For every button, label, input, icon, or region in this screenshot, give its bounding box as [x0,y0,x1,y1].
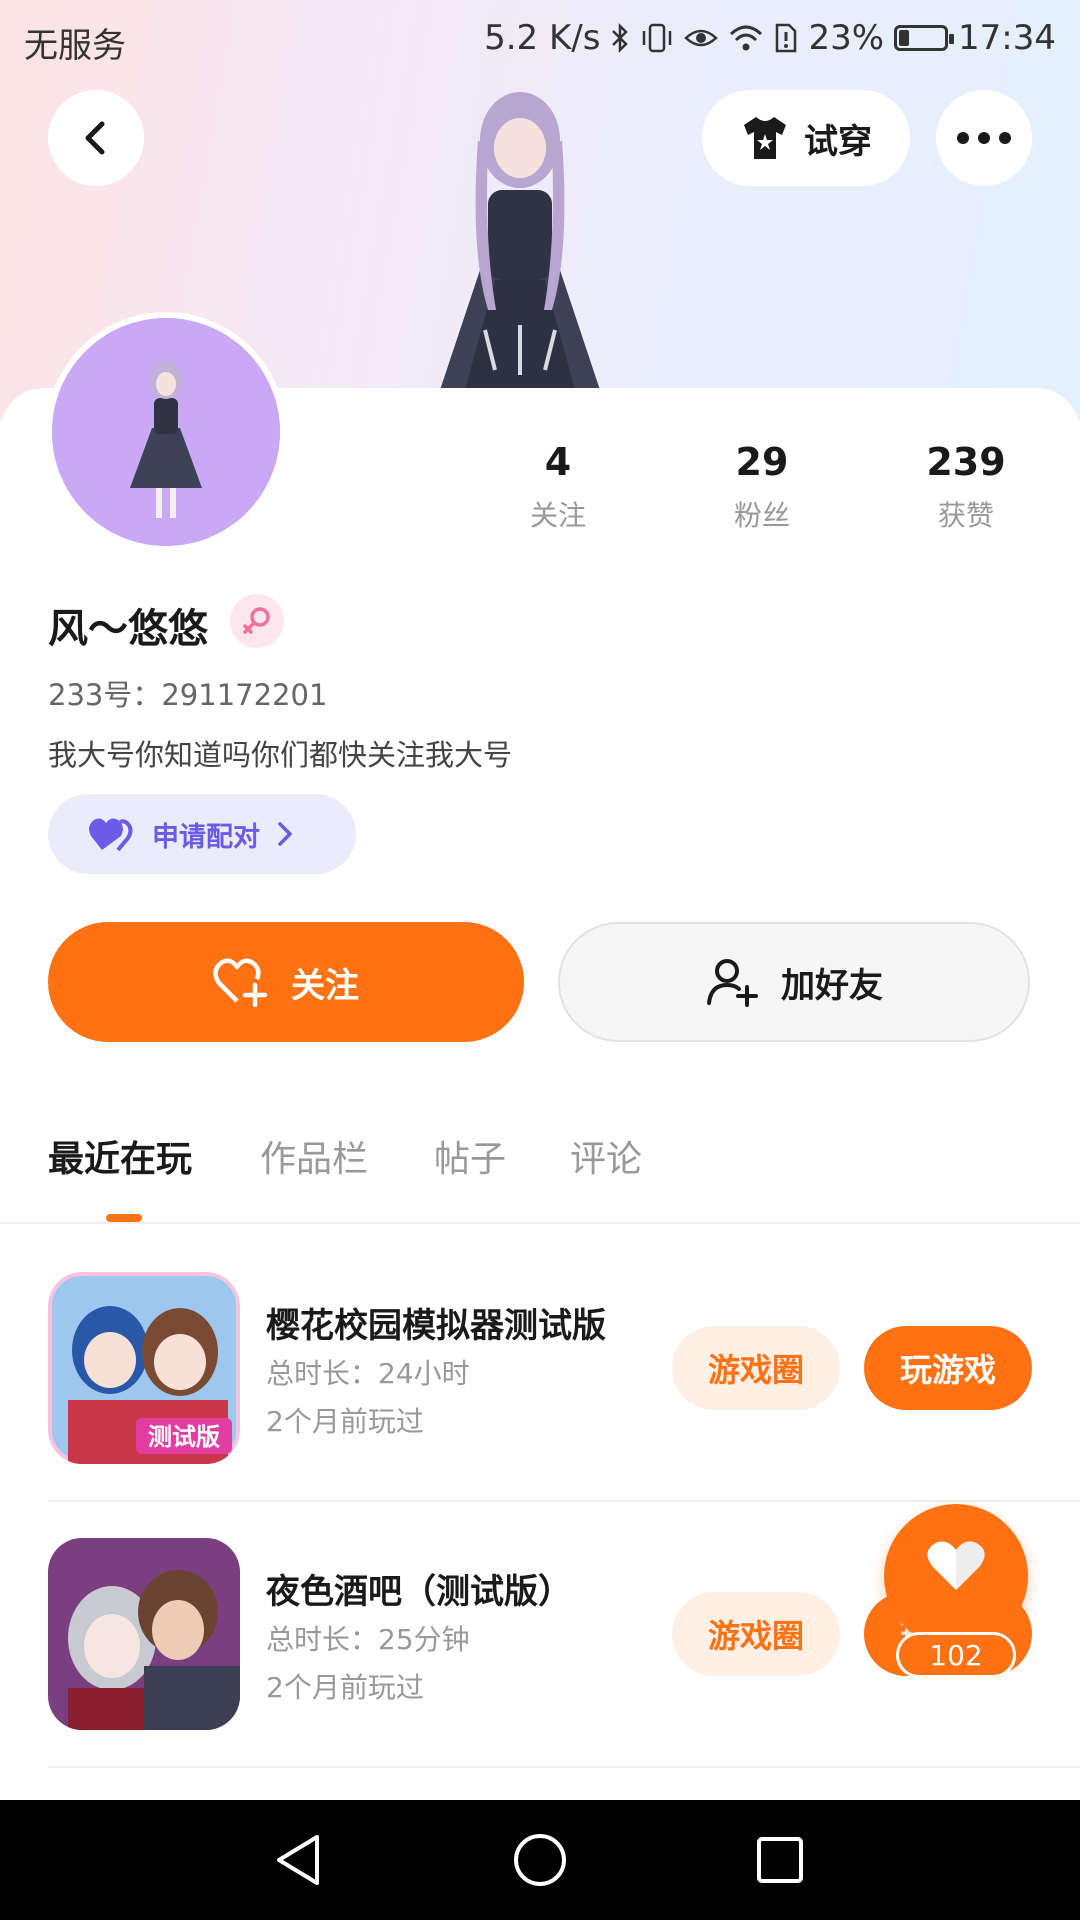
nav-back-button[interactable] [268,1830,328,1890]
game-icon-badge: 测试版 [148,1423,220,1451]
profile-tabs: 最近在玩 作品栏 帖子 评论 [0,1130,1080,1226]
more-dots-icon [957,132,1011,144]
tab-works[interactable]: 作品栏 [260,1130,368,1182]
follow-label: 关注 [291,965,359,1006]
bluetooth-icon [612,22,629,54]
game-duration: 总时长：24小时 [266,1357,470,1390]
more-button[interactable] [936,90,1032,186]
try-on-label: 试穿 [804,121,872,162]
game-icon-night-bar [48,1538,240,1730]
wifi-icon [730,25,763,51]
game-circle-button[interactable]: 游戏圈 [672,1592,840,1676]
character-figure [440,92,600,390]
stat-following[interactable]: 4 关注 [478,440,638,534]
avatar-image [52,318,280,546]
tab-posts[interactable]: 帖子 [434,1130,506,1182]
game-duration: 总时长：25分钟 [266,1623,470,1656]
female-gender-icon [230,594,284,648]
game-title: 夜色酒吧（测试版） [266,1572,572,1612]
game-last-played: 2个月前玩过 [266,1671,424,1704]
network-speed: 5.2 K/s [484,18,601,58]
battery-icon [894,25,955,51]
row-divider [48,1500,1080,1502]
try-on-button[interactable]: 试穿 [702,90,910,186]
like-count-badge: 102 [896,1632,1016,1678]
back-arrow-icon [85,121,105,155]
add-friend-button[interactable]: 加好友 [558,922,1030,1042]
follow-button[interactable]: 关注 [48,922,524,1042]
user-bio: 我大号你知道吗你们都快关注我大号 [48,738,513,772]
stat-likes-value: 239 [926,440,1006,484]
heart-plus-icon [213,958,268,1007]
status-bar: 无服务 5.2 K/s 23% 17:34 [0,0,1080,76]
game-title: 樱花校园模拟器测试版 [266,1306,606,1346]
stat-fans-label: 粉丝 [733,499,790,532]
request-pair-button[interactable]: 申请配对 [48,794,356,874]
avatar[interactable] [46,312,286,552]
stat-likes-label: 获赞 [937,499,994,532]
sim-alert-icon [776,23,797,53]
back-button[interactable] [48,90,144,186]
clock-time: 17:34 [958,18,1056,58]
add-friend-label: 加好友 [781,965,883,1006]
status-right: 5.2 K/s 23% 17:34 [484,18,1056,58]
request-pair-label: 申请配对 [152,821,260,853]
stat-fans-value: 29 [735,440,789,484]
tab-comments[interactable]: 评论 [570,1130,642,1182]
stat-following-label: 关注 [529,499,586,532]
nav-home-button[interactable] [510,1830,570,1890]
eye-icon [684,29,719,47]
heart-pair-icon [89,818,133,852]
game-circle-button[interactable]: 游戏圈 [672,1326,840,1410]
game-list-item[interactable]: 测试版 樱花校园模拟器测试版 总时长：24小时 2个月前玩过 游戏圈 玩游戏 [48,1272,1080,1472]
floating-like-button[interactable] [884,1504,1028,1648]
battery-percent: 23% [808,18,885,58]
stat-fans[interactable]: 29 粉丝 [682,440,842,534]
tab-active-indicator [106,1214,142,1222]
user-id: 233号：291172201 [48,678,328,712]
tab-recently-played[interactable]: 最近在玩 [48,1130,192,1182]
play-game-button[interactable]: 玩游戏 [864,1326,1032,1410]
add-user-icon [707,959,758,1007]
tabs-divider [0,1222,1080,1224]
navigation-bar [0,1800,1080,1920]
carrier-text: 无服务 [24,26,126,66]
chevron-right-icon [278,822,292,846]
nav-recents-icon [757,1837,803,1883]
nav-back-icon [277,1835,319,1885]
row-divider [48,1766,1080,1768]
nav-recents-button[interactable] [750,1830,810,1890]
heart-icon [927,1541,985,1590]
user-name: 风～悠悠 [48,606,208,652]
avatar-figure [52,318,280,546]
tshirt-icon [744,117,786,159]
game-last-played: 2个月前玩过 [266,1405,424,1438]
game-icon-sakura: 测试版 [48,1272,240,1464]
nav-home-icon [514,1834,566,1886]
vibrate-icon [643,23,672,53]
stat-likes[interactable]: 239 获赞 [886,440,1046,534]
stat-following-value: 4 [544,440,572,484]
